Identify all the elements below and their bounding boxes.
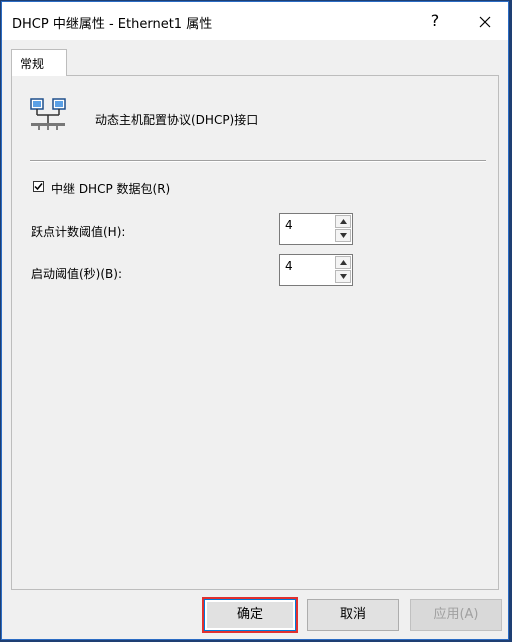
- hop-threshold-spin-buttons: [335, 215, 351, 243]
- boot-threshold-spinner[interactable]: 4: [279, 254, 353, 286]
- boot-threshold-down-button[interactable]: [335, 270, 351, 283]
- hop-threshold-down-button[interactable]: [335, 229, 351, 242]
- arrow-down-icon: [340, 233, 347, 238]
- hop-threshold-spinner[interactable]: 4: [279, 213, 353, 245]
- checkmark-icon: [34, 183, 43, 191]
- properties-dialog: DHCP 中继属性 - Ethernet1 属性 ? 常规 动态主机配置协议(D…: [1, 1, 509, 640]
- relay-dhcp-checkbox[interactable]: [33, 181, 44, 192]
- network-interface-icon: [30, 98, 66, 130]
- arrow-up-icon: [340, 219, 347, 224]
- help-button[interactable]: ?: [412, 2, 458, 40]
- arrow-up-icon: [340, 260, 347, 265]
- title-bar: DHCP 中继属性 - Ethernet1 属性 ?: [2, 2, 508, 40]
- boot-threshold-label: 启动阈值(秒)(B):: [31, 267, 123, 281]
- close-icon: [479, 16, 491, 27]
- arrow-down-icon: [340, 274, 347, 279]
- apply-button[interactable]: 应用(A): [410, 599, 502, 631]
- hop-threshold-label: 跃点计数阈值(H):: [31, 225, 126, 239]
- ok-button[interactable]: 确定: [202, 597, 298, 633]
- tab-general-label: 常规: [20, 57, 45, 71]
- relay-dhcp-label[interactable]: 中继 DHCP 数据包(R): [51, 180, 170, 197]
- section-divider: [30, 160, 486, 162]
- boot-threshold-up-button[interactable]: [335, 256, 351, 269]
- hop-threshold-value[interactable]: 4: [285, 218, 293, 232]
- boot-threshold-spin-buttons: [335, 256, 351, 284]
- close-button[interactable]: [462, 2, 508, 40]
- window-title: DHCP 中继属性 - Ethernet1 属性: [12, 17, 213, 32]
- tab-general[interactable]: 常规: [11, 49, 67, 76]
- hop-threshold-up-button[interactable]: [335, 215, 351, 228]
- boot-threshold-value[interactable]: 4: [285, 259, 293, 273]
- general-tab-panel: 动态主机配置协议(DHCP)接口 中继 DHCP 数据包(R) 跃点计数阈值(H…: [11, 75, 499, 590]
- interface-description: 动态主机配置协议(DHCP)接口: [95, 113, 259, 127]
- cancel-button[interactable]: 取消: [307, 599, 399, 631]
